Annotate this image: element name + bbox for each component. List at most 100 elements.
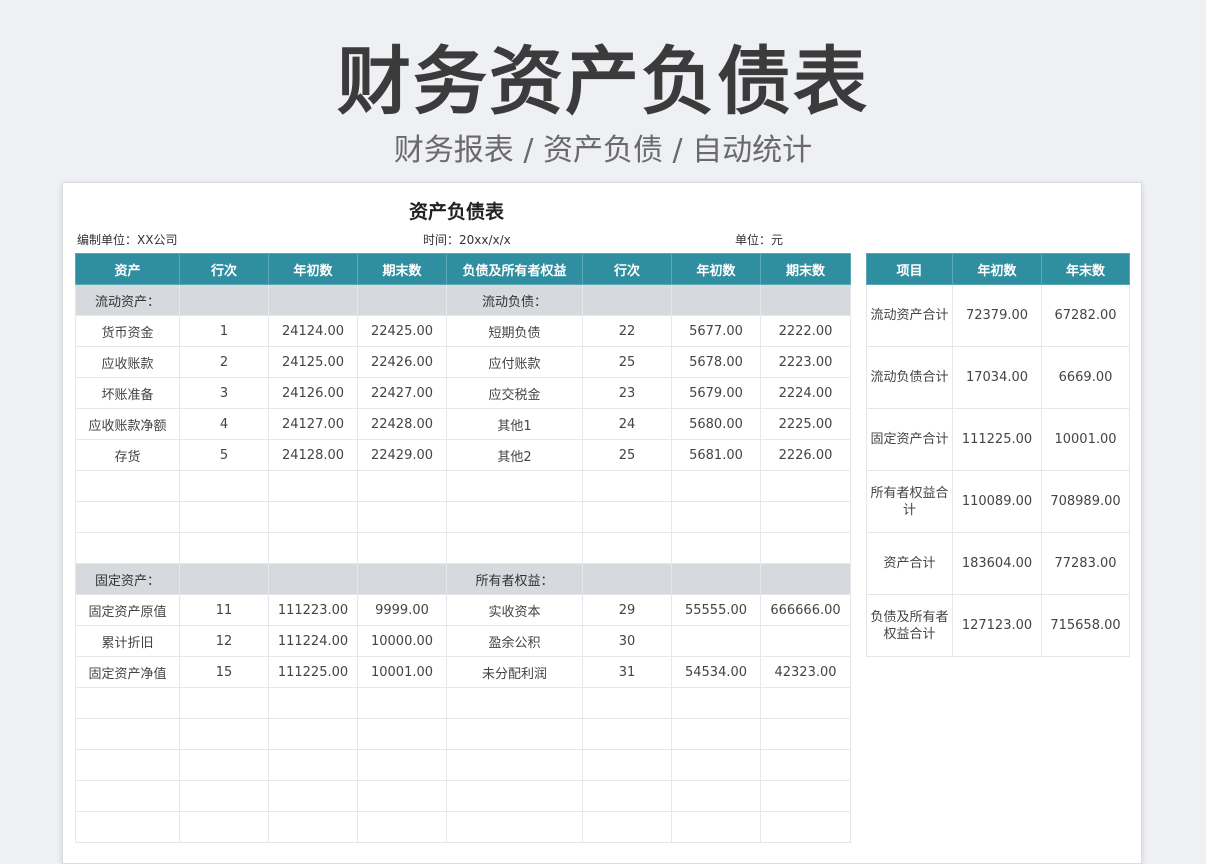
table-cell[interactable]: 1: [179, 315, 269, 347]
summary-cell[interactable]: 183604.00: [952, 532, 1042, 595]
table-cell[interactable]: [357, 532, 447, 564]
table-cell[interactable]: [760, 811, 851, 843]
table-cell[interactable]: [268, 563, 358, 595]
table-cell[interactable]: [582, 563, 672, 595]
table-cell[interactable]: [671, 563, 761, 595]
table-cell[interactable]: 未分配利润: [446, 656, 583, 688]
table-cell[interactable]: [75, 687, 180, 719]
table-cell[interactable]: [582, 501, 672, 533]
table-cell[interactable]: 22: [582, 315, 672, 347]
table-cell[interactable]: [582, 811, 672, 843]
table-cell[interactable]: [446, 470, 583, 502]
table-cell[interactable]: [75, 532, 180, 564]
table-cell[interactable]: 9999.00: [357, 594, 447, 626]
table-cell[interactable]: [760, 749, 851, 781]
table-cell[interactable]: 应付账款: [446, 346, 583, 378]
table-cell[interactable]: [268, 780, 358, 812]
summary-cell[interactable]: 77283.00: [1041, 532, 1130, 595]
table-cell[interactable]: [75, 718, 180, 750]
table-cell[interactable]: [75, 470, 180, 502]
table-cell[interactable]: 22428.00: [357, 408, 447, 440]
table-cell[interactable]: [671, 284, 761, 316]
table-cell[interactable]: 22425.00: [357, 315, 447, 347]
table-cell[interactable]: 盈余公积: [446, 625, 583, 657]
table-cell[interactable]: 15: [179, 656, 269, 688]
table-cell[interactable]: [760, 470, 851, 502]
table-cell[interactable]: 2223.00: [760, 346, 851, 378]
table-cell[interactable]: [582, 780, 672, 812]
table-cell[interactable]: 其他1: [446, 408, 583, 440]
table-cell[interactable]: 2222.00: [760, 315, 851, 347]
summary-cell[interactable]: 127123.00: [952, 594, 1042, 657]
table-cell[interactable]: 流动负债：: [446, 284, 583, 316]
table-cell[interactable]: [179, 811, 269, 843]
summary-cell[interactable]: 111225.00: [952, 408, 1042, 471]
table-cell[interactable]: [75, 780, 180, 812]
table-cell[interactable]: 应收账款净额: [75, 408, 180, 440]
table-cell[interactable]: 5679.00: [671, 377, 761, 409]
table-cell[interactable]: 流动资产：: [75, 284, 180, 316]
table-cell[interactable]: [179, 780, 269, 812]
table-cell[interactable]: [268, 811, 358, 843]
table-cell[interactable]: 5678.00: [671, 346, 761, 378]
summary-cell[interactable]: 固定资产合计: [866, 408, 953, 471]
table-cell[interactable]: 短期负债: [446, 315, 583, 347]
table-cell[interactable]: 固定资产原值: [75, 594, 180, 626]
table-cell[interactable]: 5677.00: [671, 315, 761, 347]
summary-cell[interactable]: 67282.00: [1041, 284, 1130, 347]
table-cell[interactable]: 固定资产：: [75, 563, 180, 595]
table-cell[interactable]: [75, 749, 180, 781]
table-cell[interactable]: [179, 563, 269, 595]
table-cell[interactable]: [268, 284, 358, 316]
table-cell[interactable]: [671, 625, 761, 657]
summary-cell[interactable]: 10001.00: [1041, 408, 1130, 471]
table-cell[interactable]: 实收资本: [446, 594, 583, 626]
table-cell[interactable]: 25: [582, 346, 672, 378]
table-cell[interactable]: 10001.00: [357, 656, 447, 688]
table-cell[interactable]: 22427.00: [357, 377, 447, 409]
table-cell[interactable]: [357, 563, 447, 595]
table-cell[interactable]: [179, 687, 269, 719]
summary-cell[interactable]: 110089.00: [952, 470, 1042, 533]
summary-cell[interactable]: 708989.00: [1041, 470, 1130, 533]
table-cell[interactable]: [357, 718, 447, 750]
table-cell[interactable]: 24127.00: [268, 408, 358, 440]
table-cell[interactable]: 30: [582, 625, 672, 657]
table-cell[interactable]: [760, 532, 851, 564]
table-cell[interactable]: 5680.00: [671, 408, 761, 440]
table-cell[interactable]: 所有者权益：: [446, 563, 583, 595]
table-cell[interactable]: [179, 749, 269, 781]
table-cell[interactable]: 货币资金: [75, 315, 180, 347]
table-cell[interactable]: 31: [582, 656, 672, 688]
table-cell[interactable]: 5: [179, 439, 269, 471]
table-cell[interactable]: 11: [179, 594, 269, 626]
table-cell[interactable]: 其他2: [446, 439, 583, 471]
table-cell[interactable]: [75, 501, 180, 533]
table-cell[interactable]: [760, 718, 851, 750]
table-cell[interactable]: 累计折旧: [75, 625, 180, 657]
table-cell[interactable]: [671, 749, 761, 781]
table-cell[interactable]: 22429.00: [357, 439, 447, 471]
table-cell[interactable]: [179, 718, 269, 750]
table-cell[interactable]: [582, 718, 672, 750]
table-cell[interactable]: 12: [179, 625, 269, 657]
table-cell[interactable]: [582, 687, 672, 719]
table-cell[interactable]: [582, 284, 672, 316]
table-cell[interactable]: 2: [179, 346, 269, 378]
summary-cell[interactable]: 17034.00: [952, 346, 1042, 409]
table-cell[interactable]: [357, 811, 447, 843]
table-cell[interactable]: [760, 284, 851, 316]
table-cell[interactable]: [446, 811, 583, 843]
table-cell[interactable]: [357, 284, 447, 316]
table-cell[interactable]: 24128.00: [268, 439, 358, 471]
table-cell[interactable]: [671, 780, 761, 812]
table-cell[interactable]: [268, 687, 358, 719]
table-cell[interactable]: [179, 501, 269, 533]
table-cell[interactable]: 42323.00: [760, 656, 851, 688]
table-cell[interactable]: 应交税金: [446, 377, 583, 409]
table-cell[interactable]: 5681.00: [671, 439, 761, 471]
summary-cell[interactable]: 6669.00: [1041, 346, 1130, 409]
table-cell[interactable]: 23: [582, 377, 672, 409]
table-cell[interactable]: [268, 718, 358, 750]
table-cell[interactable]: 111223.00: [268, 594, 358, 626]
